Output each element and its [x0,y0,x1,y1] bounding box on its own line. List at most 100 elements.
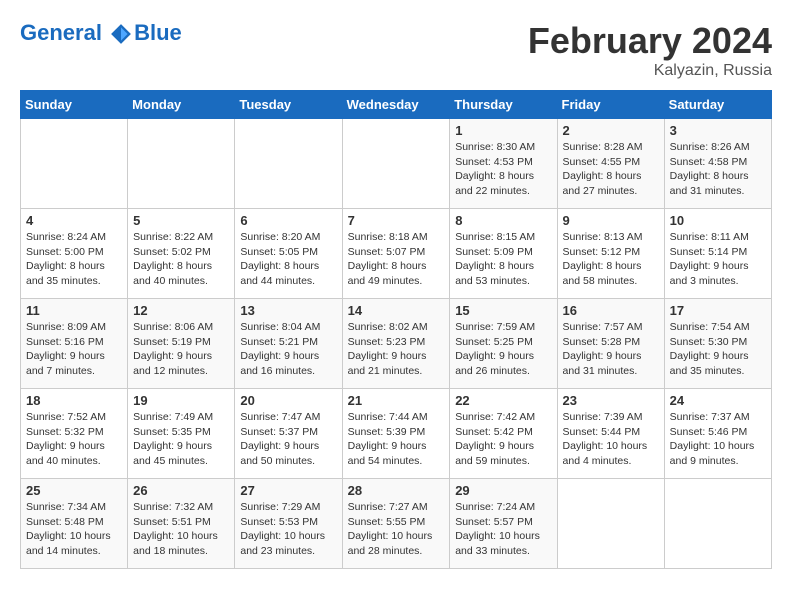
day-info: Sunrise: 8:11 AMSunset: 5:14 PMDaylight:… [670,230,766,289]
day-info: Sunrise: 8:02 AMSunset: 5:23 PMDaylight:… [348,320,445,379]
logo-general: General [20,20,102,45]
day-number: 16 [563,303,659,318]
day-number: 19 [133,393,229,408]
day-number: 9 [563,213,659,228]
day-number: 22 [455,393,551,408]
logo-blue: Blue [134,20,182,46]
calendar-cell: 28 Sunrise: 7:27 AMSunset: 5:55 PMDayligh… [342,479,450,569]
calendar-cell [128,119,235,209]
calendar-cell: 11 Sunrise: 8:09 AMSunset: 5:16 PMDayligh… [21,299,128,389]
calendar-cell: 10 Sunrise: 8:11 AMSunset: 5:14 PMDayligh… [664,209,771,299]
column-header-thursday: Thursday [450,91,557,119]
calendar-cell [664,479,771,569]
day-number: 5 [133,213,229,228]
calendar-cell: 18 Sunrise: 7:52 AMSunset: 5:32 PMDayligh… [21,389,128,479]
day-number: 18 [26,393,122,408]
calendar-cell [21,119,128,209]
day-number: 6 [240,213,336,228]
calendar-cell: 6 Sunrise: 8:20 AMSunset: 5:05 PMDaylight… [235,209,342,299]
calendar-cell: 19 Sunrise: 7:49 AMSunset: 5:35 PMDayligh… [128,389,235,479]
page-header: General Blue February 2024 Kalyazin, Rus… [20,20,772,80]
day-info: Sunrise: 7:29 AMSunset: 5:53 PMDaylight:… [240,500,336,559]
calendar-cell: 23Sunrise: 7:39 AMSunset: 5:44 PMDayligh… [557,389,664,479]
calendar-cell: 29 Sunrise: 7:24 AMSunset: 5:57 PMDayligh… [450,479,557,569]
calendar-cell [557,479,664,569]
day-info: Sunrise: 8:13 AMSunset: 5:12 PMDaylight:… [563,230,659,289]
day-number: 14 [348,303,445,318]
day-number: 11 [26,303,122,318]
day-info: Sunrise: 8:24 AMSunset: 5:00 PMDaylight:… [26,230,122,289]
calendar-cell: 3Sunrise: 8:26 AMSunset: 4:58 PMDaylight… [664,119,771,209]
calendar-table: SundayMondayTuesdayWednesdayThursdayFrid… [20,90,772,569]
column-header-wednesday: Wednesday [342,91,450,119]
day-number: 28 [348,483,445,498]
day-info: Sunrise: 8:18 AMSunset: 5:07 PMDaylight:… [348,230,445,289]
calendar-cell: 15Sunrise: 7:59 AMSunset: 5:25 PMDayligh… [450,299,557,389]
day-info: Sunrise: 7:47 AMSunset: 5:37 PMDaylight:… [240,410,336,469]
calendar-cell: 20 Sunrise: 7:47 AMSunset: 5:37 PMDayligh… [235,389,342,479]
day-number: 10 [670,213,766,228]
calendar-cell: 9 Sunrise: 8:13 AMSunset: 5:12 PMDaylight… [557,209,664,299]
column-header-saturday: Saturday [664,91,771,119]
day-info: Sunrise: 8:28 AMSunset: 4:55 PMDaylight:… [563,140,659,199]
calendar-cell: 2 Sunrise: 8:28 AMSunset: 4:55 PMDaylight… [557,119,664,209]
column-header-monday: Monday [128,91,235,119]
day-info: Sunrise: 7:52 AMSunset: 5:32 PMDaylight:… [26,410,122,469]
column-header-sunday: Sunday [21,91,128,119]
day-info: Sunrise: 8:04 AMSunset: 5:21 PMDaylight:… [240,320,336,379]
day-info: Sunrise: 7:59 AMSunset: 5:25 PMDaylight:… [455,320,551,379]
day-info: Sunrise: 7:54 AMSunset: 5:30 PMDaylight:… [670,320,766,379]
day-number: 27 [240,483,336,498]
calendar-title: February 2024 [528,20,772,62]
day-number: 7 [348,213,445,228]
calendar-cell: 24Sunrise: 7:37 AMSunset: 5:46 PMDayligh… [664,389,771,479]
day-info: Sunrise: 7:42 AMSunset: 5:42 PMDaylight:… [455,410,551,469]
calendar-cell [235,119,342,209]
day-info: Sunrise: 7:49 AMSunset: 5:35 PMDaylight:… [133,410,229,469]
calendar-cell: 17 Sunrise: 7:54 AMSunset: 5:30 PMDayligh… [664,299,771,389]
day-info: Sunrise: 8:09 AMSunset: 5:16 PMDaylight:… [26,320,122,379]
day-number: 2 [563,123,659,138]
day-number: 20 [240,393,336,408]
calendar-cell: 22 Sunrise: 7:42 AMSunset: 5:42 PMDayligh… [450,389,557,479]
day-number: 4 [26,213,122,228]
day-info: Sunrise: 8:06 AMSunset: 5:19 PMDaylight:… [133,320,229,379]
calendar-cell: 26 Sunrise: 7:32 AMSunset: 5:51 PMDayligh… [128,479,235,569]
day-number: 17 [670,303,766,318]
calendar-cell: 27 Sunrise: 7:29 AMSunset: 5:53 PMDayligh… [235,479,342,569]
day-info: Sunrise: 8:22 AMSunset: 5:02 PMDaylight:… [133,230,229,289]
day-info: Sunrise: 8:20 AMSunset: 5:05 PMDaylight:… [240,230,336,289]
day-info: Sunrise: 7:27 AMSunset: 5:55 PMDaylight:… [348,500,445,559]
day-number: 23 [563,393,659,408]
calendar-cell: 25 Sunrise: 7:34 AMSunset: 5:48 PMDayligh… [21,479,128,569]
day-number: 25 [26,483,122,498]
day-number: 29 [455,483,551,498]
title-section: February 2024 Kalyazin, Russia [528,20,772,80]
day-info: Sunrise: 8:26 AMSunset: 4:58 PMDaylight:… [670,140,766,199]
day-number: 8 [455,213,551,228]
logo: General Blue [20,20,182,46]
calendar-cell: 13 Sunrise: 8:04 AMSunset: 5:21 PMDayligh… [235,299,342,389]
day-number: 12 [133,303,229,318]
column-header-friday: Friday [557,91,664,119]
day-info: Sunrise: 8:15 AMSunset: 5:09 PMDaylight:… [455,230,551,289]
day-info: Sunrise: 7:44 AMSunset: 5:39 PMDaylight:… [348,410,445,469]
day-info: Sunrise: 7:57 AMSunset: 5:28 PMDaylight:… [563,320,659,379]
day-info: Sunrise: 7:24 AMSunset: 5:57 PMDaylight:… [455,500,551,559]
day-info: Sunrise: 7:34 AMSunset: 5:48 PMDaylight:… [26,500,122,559]
day-info: Sunrise: 7:32 AMSunset: 5:51 PMDaylight:… [133,500,229,559]
calendar-cell: 8 Sunrise: 8:15 AMSunset: 5:09 PMDaylight… [450,209,557,299]
day-number: 24 [670,393,766,408]
calendar-cell: 1 Sunrise: 8:30 AMSunset: 4:53 PMDaylight… [450,119,557,209]
day-number: 1 [455,123,551,138]
column-header-tuesday: Tuesday [235,91,342,119]
calendar-cell: 7 Sunrise: 8:18 AMSunset: 5:07 PMDaylight… [342,209,450,299]
calendar-cell: 21 Sunrise: 7:44 AMSunset: 5:39 PMDayligh… [342,389,450,479]
day-number: 26 [133,483,229,498]
day-number: 13 [240,303,336,318]
day-number: 21 [348,393,445,408]
calendar-cell: 12 Sunrise: 8:06 AMSunset: 5:19 PMDayligh… [128,299,235,389]
day-info: Sunrise: 8:30 AMSunset: 4:53 PMDaylight:… [455,140,551,199]
calendar-cell: 14 Sunrise: 8:02 AMSunset: 5:23 PMDayligh… [342,299,450,389]
calendar-cell [342,119,450,209]
